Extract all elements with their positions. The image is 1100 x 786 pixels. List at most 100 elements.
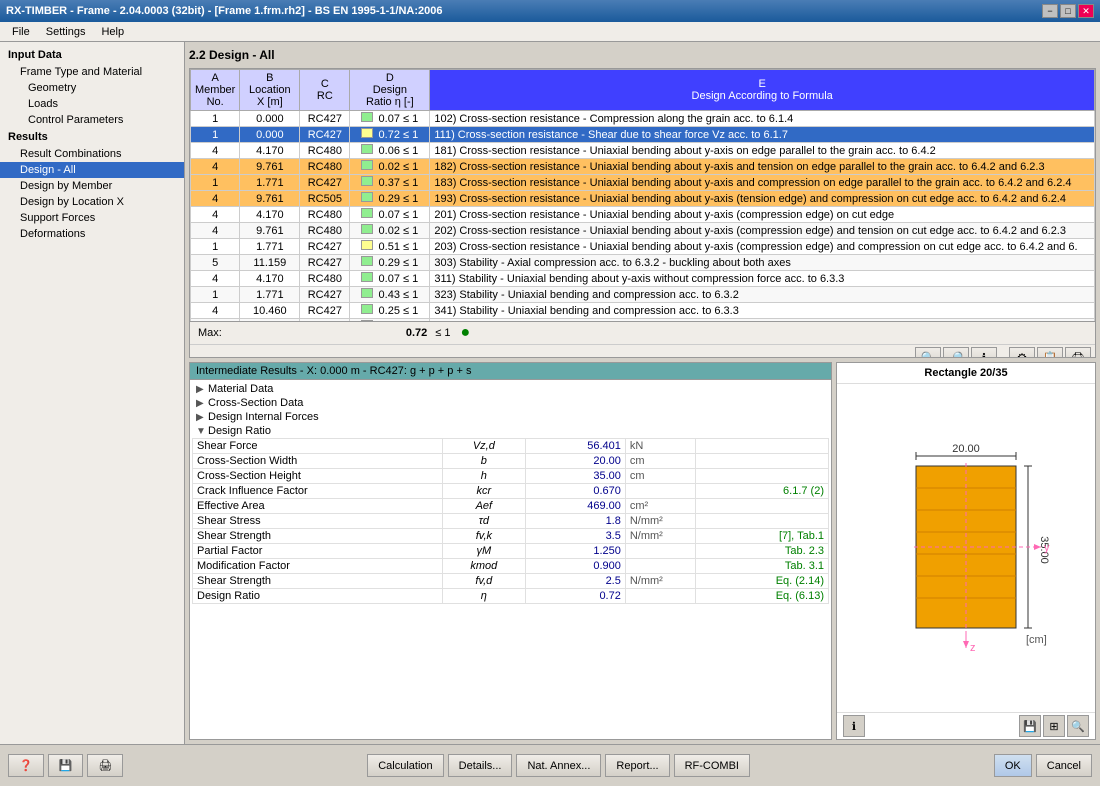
cancel-button[interactable]: Cancel bbox=[1036, 754, 1092, 777]
ir-value: 1.250 bbox=[525, 544, 625, 559]
cs-zoom-button[interactable]: 🔍 bbox=[1067, 715, 1089, 737]
ir-ref: 6.1.7 (2) bbox=[695, 484, 828, 499]
table-row[interactable]: 1 1.771 RC427 0.37 ≤ 1 183) Cross-sectio… bbox=[191, 175, 1095, 191]
table-row[interactable]: 1 1.771 RC427 0.51 ≤ 1 203) Cross-sectio… bbox=[191, 239, 1095, 255]
cell-formula: 193) Cross-section resistance - Uniaxial… bbox=[430, 191, 1095, 207]
menu-settings[interactable]: Settings bbox=[38, 24, 94, 40]
ir-table-row: Cross-Section Width b 20.00 cm bbox=[193, 454, 829, 469]
ir-unit: N/mm² bbox=[625, 514, 695, 529]
bottom-toolbar: ❓ 💾 🖨 Calculation Details... Nat. Annex.… bbox=[0, 744, 1100, 786]
sidebar-item-support-forces[interactable]: Support Forces bbox=[0, 210, 184, 226]
tree-design-ratio[interactable]: ▼ Design Ratio bbox=[192, 424, 829, 438]
cell-formula: 203) Cross-section resistance - Uniaxial… bbox=[430, 239, 1095, 255]
cell-formula: 181) Cross-section resistance - Uniaxial… bbox=[430, 143, 1095, 159]
ir-symbol: b bbox=[442, 454, 525, 469]
sidebar-item-design-member[interactable]: Design by Member bbox=[0, 178, 184, 194]
rf-combi-button[interactable]: RF-COMBI bbox=[674, 754, 750, 777]
cell-rc: RC427 bbox=[300, 319, 350, 322]
table-row[interactable]: 4 10.460 RC427 0.25 ≤ 1 341) Stability -… bbox=[191, 303, 1095, 319]
ir-ref bbox=[695, 439, 828, 454]
ir-label: Design Ratio bbox=[193, 589, 443, 604]
cs-info-button[interactable]: ℹ bbox=[843, 715, 865, 737]
ok-button[interactable]: OK bbox=[994, 754, 1032, 777]
print-button[interactable]: 🖨 bbox=[1065, 347, 1091, 358]
table-row[interactable]: 4 4.170 RC480 0.07 ≤ 1 311) Stability - … bbox=[191, 271, 1095, 287]
sidebar-item-design-all[interactable]: Design - All bbox=[0, 162, 184, 178]
ir-value: 1.8 bbox=[525, 514, 625, 529]
expand-icon-3: ▶ bbox=[196, 412, 208, 423]
table-row[interactable]: 1 0.000 RC427 0.72 ≤ 1 111) Cross-sectio… bbox=[191, 127, 1095, 143]
save-button[interactable]: 💾 bbox=[48, 754, 84, 777]
ir-table-row: Crack Influence Factor kcr 0.670 6.1.7 (… bbox=[193, 484, 829, 499]
cell-location: 4.170 bbox=[240, 207, 300, 223]
sidebar-item-design-location[interactable]: Design by Location X bbox=[0, 194, 184, 210]
cs-right-icons: 💾 ⊞ 🔍 bbox=[1019, 715, 1089, 737]
maximize-button[interactable]: □ bbox=[1060, 4, 1076, 18]
zoom-out-button[interactable]: 🔎 bbox=[943, 347, 969, 358]
export-button[interactable]: 📋 bbox=[1037, 347, 1063, 358]
cell-location: 1.771 bbox=[240, 239, 300, 255]
filter-button[interactable]: ⚙ bbox=[1009, 347, 1035, 358]
tree-internal-label: Design Internal Forces bbox=[208, 411, 319, 423]
table-row[interactable]: 4 9.761 RC480 0.02 ≤ 1 182) Cross-sectio… bbox=[191, 159, 1095, 175]
menu-file[interactable]: File bbox=[4, 24, 38, 40]
sidebar-item-frame-type[interactable]: Frame Type and Material bbox=[0, 64, 184, 80]
svg-text:z: z bbox=[970, 642, 976, 654]
cell-formula: 303) Stability - Axial compression acc. … bbox=[430, 255, 1095, 271]
cell-ratio: 0.43 ≤ 1 bbox=[350, 287, 430, 303]
calculation-button[interactable]: Calculation bbox=[367, 754, 443, 777]
sidebar-item-geometry[interactable]: Geometry bbox=[0, 80, 184, 96]
minimize-button[interactable]: − bbox=[1042, 4, 1058, 18]
details-button[interactable]: Details... bbox=[448, 754, 513, 777]
col-e-header: EDesign According to Formula bbox=[430, 70, 1095, 111]
ir-label: Shear Strength bbox=[193, 529, 443, 544]
ir-unit: kN bbox=[625, 439, 695, 454]
cell-formula: 201) Cross-section resistance - Uniaxial… bbox=[430, 207, 1095, 223]
cell-location: 10.460 bbox=[240, 303, 300, 319]
cell-rc: RC427 bbox=[300, 255, 350, 271]
ir-unit: N/mm² bbox=[625, 529, 695, 544]
ir-symbol: fv,d bbox=[442, 574, 525, 589]
ir-value: 469.00 bbox=[525, 499, 625, 514]
print-doc-button[interactable]: 🖨 bbox=[87, 754, 123, 777]
table-row[interactable]: 4 4.170 RC480 0.07 ≤ 1 201) Cross-sectio… bbox=[191, 207, 1095, 223]
ir-table-row: Partial Factor γM 1.250 Tab. 2.3 bbox=[193, 544, 829, 559]
report-button[interactable]: Report... bbox=[605, 754, 669, 777]
ir-ref: Tab. 2.3 bbox=[695, 544, 828, 559]
help-button[interactable]: ❓ bbox=[8, 754, 44, 777]
menu-help[interactable]: Help bbox=[93, 24, 132, 40]
tree-material-label: Material Data bbox=[208, 383, 273, 395]
sidebar-item-result-combinations[interactable]: Result Combinations bbox=[0, 146, 184, 162]
tree-cross-section[interactable]: ▶ Cross-Section Data bbox=[192, 396, 829, 410]
sidebar-item-loads[interactable]: Loads bbox=[0, 96, 184, 112]
cs-fit-button[interactable]: ⊞ bbox=[1043, 715, 1065, 737]
table-row[interactable]: 1 0.000 RC427 0.07 ≤ 1 102) Cross-sectio… bbox=[191, 111, 1095, 127]
tree-design-label: Design Ratio bbox=[208, 425, 271, 437]
cell-member: 1 bbox=[191, 111, 240, 127]
cell-member: 4 bbox=[191, 223, 240, 239]
bottom-center-buttons: Calculation Details... Nat. Annex... Rep… bbox=[367, 754, 750, 777]
ir-ref: Eq. (2.14) bbox=[695, 574, 828, 589]
nat-annex-button[interactable]: Nat. Annex... bbox=[516, 754, 601, 777]
cs-save-button[interactable]: 💾 bbox=[1019, 715, 1041, 737]
cell-rc: RC427 bbox=[300, 303, 350, 319]
tree-material-data[interactable]: ▶ Material Data bbox=[192, 382, 829, 396]
cell-ratio: 0.07 ≤ 1 bbox=[350, 271, 430, 287]
sidebar-item-control[interactable]: Control Parameters bbox=[0, 112, 184, 128]
svg-text:y: y bbox=[1044, 542, 1050, 554]
info-button[interactable]: ℹ bbox=[971, 347, 997, 358]
tree-internal-forces[interactable]: ▶ Design Internal Forces bbox=[192, 410, 829, 424]
cell-formula: 323) Stability - Uniaxial bending and co… bbox=[430, 287, 1095, 303]
zoom-in-button[interactable]: 🔍 bbox=[915, 347, 941, 358]
table-row[interactable]: 1 2.952 RC427 0.66 ≤ 1 361) Stability - … bbox=[191, 319, 1095, 322]
table-row[interactable]: 4 4.170 RC480 0.06 ≤ 1 181) Cross-sectio… bbox=[191, 143, 1095, 159]
table-row[interactable]: 4 9.761 RC480 0.02 ≤ 1 202) Cross-sectio… bbox=[191, 223, 1095, 239]
window-controls: − □ ✕ bbox=[1042, 4, 1094, 18]
table-row[interactable]: 1 1.771 RC427 0.43 ≤ 1 323) Stability - … bbox=[191, 287, 1095, 303]
sidebar-item-deformations[interactable]: Deformations bbox=[0, 226, 184, 242]
ir-value: 3.5 bbox=[525, 529, 625, 544]
table-row[interactable]: 5 11.159 RC427 0.29 ≤ 1 303) Stability -… bbox=[191, 255, 1095, 271]
table-row[interactable]: 4 9.761 RC505 0.29 ≤ 1 193) Cross-sectio… bbox=[191, 191, 1095, 207]
ir-value: 35.00 bbox=[525, 469, 625, 484]
close-button[interactable]: ✕ bbox=[1078, 4, 1094, 18]
